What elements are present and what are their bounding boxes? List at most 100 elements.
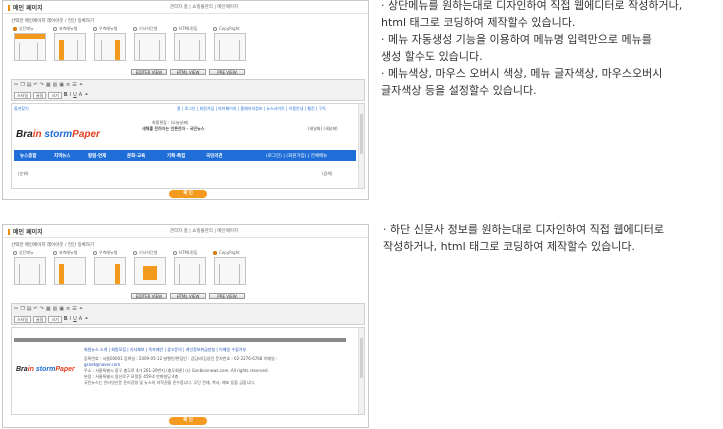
- section-subtitle: 선택한 메인페이지 레이아웃 / 전단 등록하기: [11, 19, 95, 24]
- template-option-left-menu[interactable]: 좌측메뉴형: [53, 250, 89, 287]
- template-option-article-bottom[interactable]: 기사하단형: [133, 250, 169, 287]
- tab-editor-view[interactable]: EDITER VIEW: [131, 69, 167, 75]
- description-line: 생성 할수도 있습니다.: [381, 50, 483, 63]
- align-center-icon[interactable]: ☰: [72, 82, 76, 88]
- template-label: 기사하단형: [139, 250, 158, 255]
- color-icon[interactable]: A: [79, 92, 82, 98]
- align-left-icon[interactable]: ≡: [66, 82, 70, 88]
- link-insert-icon[interactable]: ⚭: [84, 92, 88, 98]
- link-insert-icon[interactable]: ⚭: [84, 316, 88, 322]
- tab-preview[interactable]: PRE VIEW: [209, 69, 245, 75]
- menu-item-local[interactable]: 지역뉴스: [54, 153, 71, 159]
- underline-icon[interactable]: U: [73, 92, 77, 98]
- footer-links[interactable]: 회원뉴스 소개 | 회원모집 | 기사제보 | 독자제안 | 광고문의 | 개인…: [84, 347, 246, 353]
- radio-icon[interactable]: [213, 26, 217, 31]
- preview-area: 회원뉴스 소개 | 회원모집 | 기사제보 | 독자제안 | 광고문의 | 개인…: [11, 327, 365, 415]
- template-thumbnail: [94, 33, 126, 61]
- radio-icon[interactable]: [53, 27, 57, 31]
- menu-item-news[interactable]: 뉴스종합: [20, 153, 37, 159]
- title-marker: [8, 5, 10, 11]
- template-option-copyright[interactable]: CopyRight: [213, 250, 249, 287]
- undo-icon[interactable]: ↶: [33, 306, 37, 312]
- italic-icon[interactable]: I: [70, 316, 71, 322]
- link-icon[interactable]: ⚭: [79, 306, 83, 312]
- align-center-icon[interactable]: ☰: [72, 306, 76, 312]
- preview-scrollbar[interactable]: [358, 104, 364, 188]
- copy-icon[interactable]: ❐: [20, 306, 24, 312]
- paste-icon[interactable]: ▤: [27, 82, 32, 88]
- bold-icon[interactable]: B: [64, 316, 68, 322]
- style-select[interactable]: 스타일: [14, 315, 32, 323]
- template-thumbnail: [94, 257, 126, 285]
- tab-html-view[interactable]: HTML VIEW: [170, 69, 206, 75]
- align-left-icon[interactable]: ≡: [66, 306, 70, 312]
- paste-icon[interactable]: ▤: [27, 306, 32, 312]
- confirm-button[interactable]: 확 인: [169, 190, 207, 198]
- font-select[interactable]: 굴림: [33, 315, 47, 323]
- table-icon[interactable]: ▥: [53, 306, 58, 312]
- menu-item-culture[interactable]: 문화·교육: [127, 153, 145, 159]
- redo-icon[interactable]: ↷: [40, 306, 44, 312]
- template-option-right-menu[interactable]: 우측메뉴형: [93, 250, 129, 287]
- table-icon[interactable]: ▥: [53, 82, 58, 88]
- color-icon[interactable]: A: [79, 316, 82, 322]
- preview-scrollbar[interactable]: [358, 328, 364, 414]
- editor-toolbar: ✂ ❐ ▤ ↶ ↷ ▦ ▥ ▣ ≡ ☰ ⚭ 스타일 굴림 크기 B I U A …: [11, 79, 365, 101]
- print-icon[interactable]: ▦: [46, 82, 51, 88]
- template-option-left-menu[interactable]: 좌측메뉴형: [53, 26, 89, 63]
- copy-icon[interactable]: ❐: [20, 82, 24, 88]
- cut-icon[interactable]: ✂: [14, 306, 18, 312]
- confirm-button[interactable]: 확 인: [169, 417, 207, 425]
- menu-item-opinion[interactable]: 국민의견: [206, 153, 223, 159]
- italic-icon[interactable]: I: [70, 92, 71, 98]
- link-icon[interactable]: ⚭: [79, 82, 83, 88]
- footer-divider: [14, 338, 346, 342]
- radio-icon[interactable]: [53, 251, 57, 255]
- size-select[interactable]: 크기: [48, 315, 62, 323]
- radio-icon[interactable]: [93, 27, 97, 31]
- favorite-link[interactable]: 즐겨찾기: [14, 106, 29, 112]
- tab-preview[interactable]: PRE VIEW: [209, 293, 245, 299]
- redo-icon[interactable]: ↷: [40, 82, 44, 88]
- menu-right-links[interactable]: (로그인) | (회원가입) | 전체메뉴: [266, 153, 327, 159]
- undo-icon[interactable]: ↶: [33, 82, 37, 88]
- template-label: 우측메뉴형: [99, 26, 118, 31]
- template-option-top-menu[interactable]: 상단메뉴: [13, 250, 49, 287]
- template-option-top-menu[interactable]: 상단메뉴: [13, 26, 49, 63]
- image-icon[interactable]: ▣: [59, 306, 64, 312]
- footer-info-email[interactable]: gsnet@naver.com: [84, 362, 120, 367]
- top-links[interactable]: 홈 | 로그인 | 회원가입 | 마이페이지 | 홈페이지정보 | 뉴스사이트 …: [177, 106, 326, 112]
- description-line: 글자색상 등을 설정할수 있습니다.: [381, 84, 537, 97]
- menu-item-column[interactable]: 칼럼·연재: [88, 153, 106, 159]
- editor-tabs: EDITER VIEW HTML VIEW PRE VIEW: [131, 69, 245, 75]
- size-select[interactable]: 크기: [48, 91, 62, 99]
- radio-selected-icon[interactable]: [13, 27, 17, 31]
- template-option-html-edit[interactable]: HTML편집: [173, 250, 209, 287]
- template-option-copyright[interactable]: CopyRight: [213, 26, 249, 63]
- radio-icon[interactable]: [133, 27, 137, 31]
- radio-icon[interactable]: [173, 251, 177, 255]
- radio-icon[interactable]: [133, 251, 137, 255]
- image-icon[interactable]: ▣: [59, 82, 64, 88]
- menu-item-special[interactable]: 기획·특집: [167, 153, 185, 159]
- radio-icon[interactable]: [93, 251, 97, 255]
- tab-html-view[interactable]: HTML VIEW: [170, 293, 206, 299]
- admin-header: 메인 페이지 관리자 홈 | 쇼핑몰관리 | 메인페이지: [3, 1, 368, 14]
- template-label: 좌측메뉴형: [59, 250, 78, 255]
- style-select[interactable]: 스타일: [14, 91, 32, 99]
- print-icon[interactable]: ▦: [46, 306, 51, 312]
- description-top-menu: · 상단메뉴를 원하는대로 디자인하여 직접 웹에디터로 작성하거나, html…: [381, 0, 682, 99]
- bold-icon[interactable]: B: [64, 92, 68, 98]
- radio-selected-icon[interactable]: [213, 250, 217, 255]
- font-select[interactable]: 굴림: [33, 91, 47, 99]
- description-line: 작성하거나, html 태그로 코딩하여 제작할수 있습니다.: [383, 240, 635, 253]
- template-option-right-menu[interactable]: 우측메뉴형: [93, 26, 129, 63]
- description-line: html 태그로 코딩하여 제작할수 있습니다.: [381, 16, 576, 29]
- radio-icon[interactable]: [13, 251, 17, 255]
- template-option-html-edit[interactable]: HTML편집: [173, 26, 209, 63]
- radio-icon[interactable]: [173, 27, 177, 31]
- underline-icon[interactable]: U: [73, 316, 77, 322]
- tab-editor-view[interactable]: EDITER VIEW: [131, 293, 167, 299]
- cut-icon[interactable]: ✂: [14, 82, 18, 88]
- template-option-article-bottom[interactable]: 기사하단형: [133, 26, 169, 63]
